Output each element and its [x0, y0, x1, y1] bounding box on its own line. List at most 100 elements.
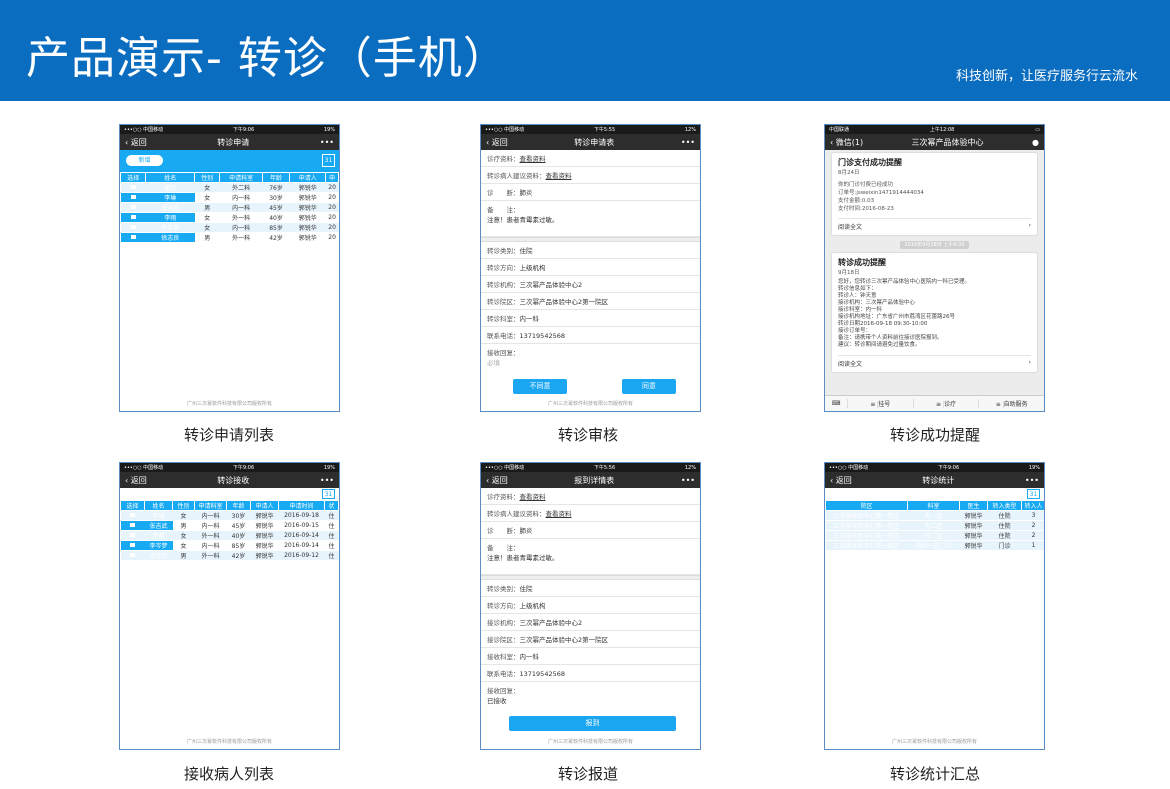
- table-cell: 内二区: [907, 520, 960, 531]
- back-button[interactable]: ‹ 返回: [830, 475, 852, 486]
- row-checkbox[interactable]: [120, 530, 145, 541]
- agree-button[interactable]: 同意: [622, 379, 676, 394]
- table-cell: 内一科: [194, 520, 227, 531]
- nav-title: 转诊统计: [922, 475, 955, 485]
- card-line: 支付时间:2016-08-23: [838, 206, 894, 212]
- header-banner: 产品演示- 转诊（手机） 科技创新，让医疗服务行云流水: [0, 0, 1170, 101]
- table-cell: 三次幂体验中心第一院区: [825, 520, 908, 531]
- table-cell: 42岁: [226, 550, 251, 561]
- copyright: 广州三次幂软件科技有限公司版权所有: [186, 739, 272, 745]
- card-line: 转诊日期2016-09-18 09:30-10:00: [838, 321, 928, 327]
- table-row[interactable]: 张吉武男内一科 45岁 郭锐华 20: [120, 202, 339, 213]
- more-icon[interactable]: •••: [1025, 476, 1039, 485]
- read-all-link[interactable]: 阅读全文 ›: [838, 218, 1031, 231]
- row-checkbox[interactable]: [120, 232, 146, 243]
- table-cell: 郭锐华: [250, 530, 279, 541]
- column-header: 申请人: [250, 500, 279, 511]
- calendar-icon[interactable]: 31: [1027, 489, 1040, 499]
- table-row[interactable]: 三次幂体验中心第一院区 内科一区门诊 郭锐华 门诊 1: [825, 540, 1044, 551]
- row-checkbox[interactable]: [120, 182, 146, 193]
- table-cell: 张吉武: [144, 520, 173, 531]
- reply-row: 接收回复： 必填: [481, 344, 700, 374]
- table-row[interactable]: 徐志良男外一科 42岁 郭锐华 2016-09-12 住: [120, 550, 339, 561]
- referral-table: 选择 姓名 性别 申请科室 年龄 申请人申 谢连女外二科 76岁 郭锐华 20 李琳女内一科 30岁…: [120, 172, 339, 243]
- table-cell: 李雨: [145, 212, 195, 223]
- row-checkbox[interactable]: [120, 222, 146, 233]
- table-cell: 郭锐华: [289, 212, 326, 223]
- back-button[interactable]: ‹ 返回: [125, 137, 147, 148]
- report-button[interactable]: 报到: [509, 716, 676, 731]
- table-row[interactable]: 三次幂体验中心第一院区 内二区 郭锐华 住院 2: [825, 520, 1044, 531]
- column-header: 性别: [172, 500, 195, 511]
- row-checkbox[interactable]: [120, 212, 146, 223]
- table-cell: 住: [324, 550, 339, 561]
- phone-statistics: •••○○ 中国移动 下午9:06 19% ‹ 返回 转诊统计 ••• 31 院区科…: [824, 462, 1045, 750]
- table-cell: 郭锐华: [250, 540, 279, 551]
- table-cell: 徐志良: [145, 232, 195, 243]
- table-cell: 20: [325, 192, 339, 203]
- row-checkbox[interactable]: [120, 540, 145, 551]
- more-icon[interactable]: •••: [681, 138, 695, 147]
- table-row[interactable]: 李琳女内一科 30岁 郭锐华 20: [120, 192, 339, 203]
- table-cell: 85岁: [262, 222, 290, 233]
- table-cell: 外一科: [194, 530, 227, 541]
- table-cell: 45岁: [226, 520, 251, 531]
- more-icon[interactable]: •••: [320, 476, 334, 485]
- table-row[interactable]: 三次幂体验中心第一院区 外二区 郭锐华 住院 2: [825, 530, 1044, 541]
- keyboard-icon[interactable]: ⌨: [825, 400, 847, 407]
- row-checkbox[interactable]: [120, 520, 145, 531]
- more-icon[interactable]: •••: [681, 476, 695, 485]
- reject-button[interactable]: 不同意: [513, 379, 567, 394]
- table-cell: 三次幂体验中心第一院区: [825, 510, 908, 521]
- calendar-icon[interactable]: 31: [322, 489, 335, 499]
- table-row[interactable]: 徐志良男外一科 42岁 郭锐华 20: [120, 232, 339, 243]
- table-cell: 李岑梦: [144, 540, 173, 551]
- view-diag-link[interactable]: 查看资料: [520, 155, 546, 163]
- table-cell: 郭锐华: [289, 222, 326, 233]
- note-row: 备 注： 注意！患者青霉素过敏。: [481, 539, 700, 575]
- view-advice-link[interactable]: 查看资料: [546, 510, 572, 518]
- menu-register[interactable]: ≡ 挂号: [847, 399, 913, 408]
- column-header: 申请科室: [219, 172, 263, 183]
- table-cell: 住: [324, 540, 339, 551]
- table-row[interactable]: 李岑梦女内一科 85岁 郭锐华 2016-09-14 住: [120, 540, 339, 551]
- row-checkbox[interactable]: [120, 192, 146, 203]
- row-checkbox[interactable]: [120, 550, 145, 561]
- add-button[interactable]: 新增: [126, 155, 163, 166]
- table-row[interactable]: 李雨女外一科 40岁 郭锐华 2016-09-14 住: [120, 530, 339, 541]
- copyright: 广州三次幂软件科技有限公司版权所有: [186, 401, 272, 407]
- card-line: 您好，您转诊三次幂产品体验中心医院内一科已受理。: [838, 279, 971, 285]
- table-row[interactable]: 李岑梦女内一科 85岁 郭锐华 20: [120, 222, 339, 233]
- nav-bar: ‹ 返回 转诊申请 •••: [120, 134, 339, 150]
- more-icon[interactable]: •••: [320, 138, 334, 147]
- row-checkbox[interactable]: [120, 202, 146, 213]
- back-button[interactable]: ‹ 返回: [125, 475, 147, 486]
- table-row[interactable]: 李雨女外一科 40岁 郭锐华 20: [120, 212, 339, 223]
- reply-row: 接收回复： 已接收: [487, 687, 520, 705]
- table-cell: 门诊: [987, 540, 1022, 551]
- card-line: 支付金额:0.03: [838, 198, 875, 204]
- view-diag-link[interactable]: 查看资料: [520, 493, 546, 501]
- view-advice-link[interactable]: 查看资料: [546, 172, 572, 180]
- user-icon[interactable]: ●: [1032, 138, 1039, 147]
- read-all-link[interactable]: 阅读全文 ›: [838, 355, 1031, 368]
- menu-diagnosis[interactable]: ≡ 诊疗: [912, 399, 979, 408]
- table-cell: 女: [194, 192, 220, 203]
- advice-row: 转诊病人建议资料：查看资料: [481, 505, 700, 522]
- nav-bar: ‹ 返回 报到详情表 •••: [481, 472, 700, 488]
- reply-input[interactable]: 必填: [487, 357, 694, 367]
- table-row[interactable]: 三次幂体验中心第一院区 内一区 郭锐华 住院 3: [825, 510, 1044, 521]
- card-line: 转诊人：钟天意: [838, 293, 877, 299]
- table-row[interactable]: 谢连女外二科 76岁 郭锐华 20: [120, 182, 339, 193]
- table-row[interactable]: 李琳女内一科 30岁 郭锐华 2016-09-18 住: [120, 510, 339, 521]
- menu-self-service[interactable]: ≡ 自助服务: [978, 399, 1044, 408]
- table-row[interactable]: 张吉武男内一科 45岁 郭锐华 2016-09-15 住: [120, 520, 339, 531]
- back-button[interactable]: ‹ 返回: [486, 137, 508, 148]
- row-checkbox[interactable]: [120, 510, 145, 521]
- calendar-icon[interactable]: 31: [322, 154, 335, 167]
- back-button[interactable]: ‹ 微信(1): [830, 137, 863, 148]
- back-button[interactable]: ‹ 返回: [486, 475, 508, 486]
- table-cell: 住: [324, 510, 339, 521]
- note-row: 备 注： 注意！患者青霉素过敏。: [481, 201, 700, 237]
- form-field: 接诊机构：三次幂产品体验中心2: [481, 614, 700, 631]
